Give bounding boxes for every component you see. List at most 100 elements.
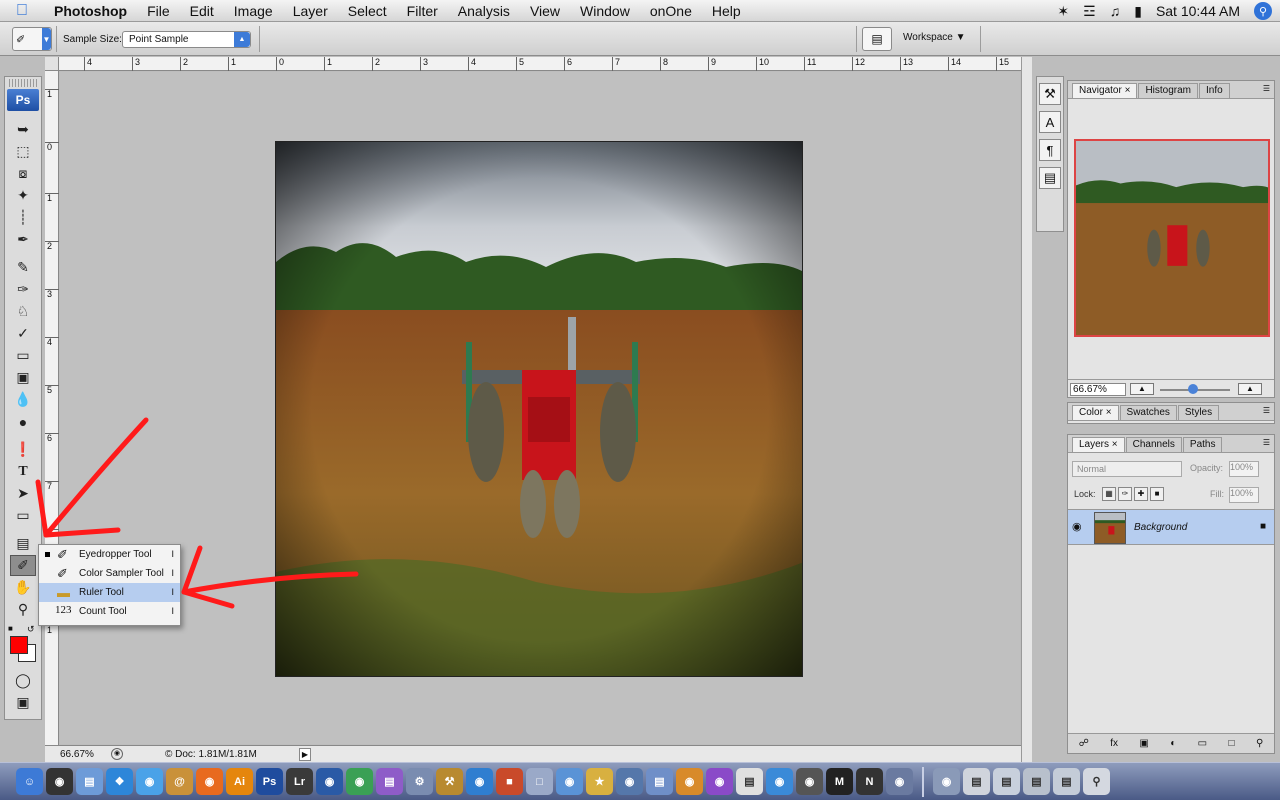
clone-stamp-tool-icon[interactable]: ♘: [10, 301, 36, 322]
flyout-item-count[interactable]: 123 Count Tool I: [39, 602, 180, 621]
status-menu-button[interactable]: ▶: [299, 748, 311, 761]
ichat-icon[interactable]: ◉: [136, 768, 163, 795]
vertical-ruler[interactable]: 1 0 1 2 3 4 5 6 7 8 9 1: [45, 71, 59, 745]
tab-swatches[interactable]: Swatches: [1119, 405, 1177, 420]
iphoto-icon[interactable]: ◉: [316, 768, 343, 795]
tractor-photo[interactable]: [275, 141, 803, 677]
lock-pixels-icon[interactable]: ✑: [1118, 487, 1132, 501]
path-selection-tool-icon[interactable]: ➤: [10, 483, 36, 504]
panel-menu-icon[interactable]: ☰: [1263, 438, 1270, 447]
volume-icon[interactable]: ♫: [1110, 3, 1121, 19]
link-layers-icon[interactable]: ☍: [1079, 738, 1089, 749]
tool-preset-picker[interactable]: ✐ ▼: [12, 27, 52, 51]
tab-layers[interactable]: Layers ×: [1072, 437, 1125, 452]
eyedropper-tool-icon[interactable]: ✐: [10, 555, 36, 576]
tab-paths[interactable]: Paths: [1182, 437, 1223, 452]
menu-layer[interactable]: Layer: [283, 3, 338, 19]
adjustment-layer-icon[interactable]: ◐: [1170, 738, 1176, 749]
menu-help[interactable]: Help: [702, 3, 751, 19]
screen-mode-icon[interactable]: ▣: [10, 692, 36, 713]
spotlight-icon[interactable]: ⚲: [1254, 2, 1272, 20]
stack-icon[interactable]: ▤: [1023, 768, 1050, 795]
default-colors-icon[interactable]: ■: [8, 624, 13, 633]
layer-style-icon[interactable]: fx: [1110, 738, 1118, 749]
tool-presets-icon[interactable]: ⚒: [1039, 83, 1061, 105]
menu-onone[interactable]: onOne: [640, 3, 702, 19]
layer-comps-icon[interactable]: ▤: [1039, 167, 1061, 189]
hand-tool-icon[interactable]: ✋: [10, 577, 36, 598]
menu-analysis[interactable]: Analysis: [448, 3, 520, 19]
photoshop-icon[interactable]: Ps: [256, 768, 283, 795]
app-icon[interactable]: ◉: [796, 768, 823, 795]
zoom-slider-thumb[interactable]: [1188, 384, 1198, 394]
app-icon[interactable]: ◉: [466, 768, 493, 795]
utility-icon[interactable]: ⚙: [406, 768, 433, 795]
stack-icon[interactable]: ▤: [993, 768, 1020, 795]
app-icon[interactable]: ◉: [616, 768, 643, 795]
battery-icon[interactable]: ▮: [1134, 3, 1142, 20]
crop-tool-icon[interactable]: ┊: [10, 207, 36, 228]
illustrator-icon[interactable]: Ai: [226, 768, 253, 795]
notes-tool-icon[interactable]: ▤: [10, 533, 36, 554]
gradient-tool-icon[interactable]: ▣: [10, 367, 36, 388]
app-icon[interactable]: ▤: [736, 768, 763, 795]
lightroom-icon[interactable]: Lr: [286, 768, 313, 795]
new-layer-icon[interactable]: □: [1229, 738, 1235, 749]
app-icon[interactable]: ◉: [706, 768, 733, 795]
move-tool-icon[interactable]: ➥: [10, 119, 36, 140]
stack-icon[interactable]: ▤: [1053, 768, 1080, 795]
opacity-input[interactable]: 100%: [1229, 461, 1259, 477]
status-info-icon[interactable]: ◉: [111, 748, 123, 760]
type-tool-icon[interactable]: T: [10, 461, 36, 482]
documents-stack-icon[interactable]: ▤: [963, 768, 990, 795]
lock-all-icon[interactable]: ■: [1150, 487, 1164, 501]
menu-image[interactable]: Image: [224, 3, 283, 19]
app-icon[interactable]: ★: [586, 768, 613, 795]
menu-view[interactable]: View: [520, 3, 570, 19]
horizontal-ruler[interactable]: 4 3 2 1 0 1 2 3 4 5 6 7 8 9 10 11 12 13 …: [59, 57, 1021, 71]
lasso-tool-icon[interactable]: ⧇: [10, 163, 36, 184]
blend-mode-select[interactable]: Normal: [1072, 461, 1182, 477]
bluetooth-icon[interactable]: ✶: [1057, 3, 1069, 20]
pen-tool-icon[interactable]: ❗: [10, 439, 36, 460]
panel-menu-icon[interactable]: ☰: [1263, 406, 1270, 415]
menu-clock[interactable]: Sat 10:44 AM: [1156, 3, 1240, 19]
visibility-eye-icon[interactable]: ◉: [1072, 520, 1082, 533]
tab-histogram[interactable]: Histogram: [1138, 83, 1199, 98]
wifi-icon[interactable]: ☲: [1083, 3, 1096, 20]
magic-wand-tool-icon[interactable]: ✦: [10, 185, 36, 206]
lock-position-icon[interactable]: ✚: [1134, 487, 1148, 501]
navigator-zoom-input[interactable]: 66.67%: [1070, 383, 1126, 396]
menu-filter[interactable]: Filter: [397, 3, 448, 19]
menu-window[interactable]: Window: [570, 3, 640, 19]
workspace-menu[interactable]: Workspace ▼: [903, 32, 966, 43]
navigator-thumbnail[interactable]: [1074, 139, 1270, 337]
tab-info[interactable]: Info: [1199, 83, 1230, 98]
menu-edit[interactable]: Edit: [180, 3, 224, 19]
close-icon[interactable]: ×: [1106, 407, 1112, 418]
dashboard-icon[interactable]: ◉: [46, 768, 73, 795]
new-group-icon[interactable]: ▭: [1198, 738, 1207, 749]
firefox-icon[interactable]: ◉: [196, 768, 223, 795]
finder-icon[interactable]: ☺: [16, 768, 43, 795]
flyout-item-ruler[interactable]: ▬ Ruler Tool I: [39, 583, 180, 602]
menu-photoshop[interactable]: Photoshop: [44, 3, 137, 19]
tab-channels[interactable]: Channels: [1125, 437, 1182, 452]
foreground-color-swatch[interactable]: [10, 636, 28, 654]
photo-icon[interactable]: ▤: [376, 768, 403, 795]
tab-color[interactable]: Color ×: [1072, 405, 1119, 420]
healing-brush-tool-icon[interactable]: ✎: [10, 257, 36, 278]
lock-transparency-icon[interactable]: ▦: [1102, 487, 1116, 501]
sample-size-select[interactable]: Point Sample ▲: [122, 31, 251, 48]
flyout-item-color-sampler[interactable]: ✐ Color Sampler Tool I: [39, 564, 180, 583]
character-icon[interactable]: A: [1039, 111, 1061, 133]
paragraph-icon[interactable]: ¶: [1039, 139, 1061, 161]
safari-icon[interactable]: ❖: [106, 768, 133, 795]
photoshop-logo[interactable]: Ps: [7, 89, 39, 111]
canvas-vertical-scrollbar[interactable]: [1021, 57, 1032, 762]
flyout-item-eyedropper[interactable]: ✐ Eyedropper Tool I: [39, 545, 180, 564]
app-icon[interactable]: ■: [496, 768, 523, 795]
fill-input[interactable]: 100%: [1229, 487, 1259, 503]
ruler-origin[interactable]: [45, 57, 59, 71]
menu-select[interactable]: Select: [338, 3, 397, 19]
